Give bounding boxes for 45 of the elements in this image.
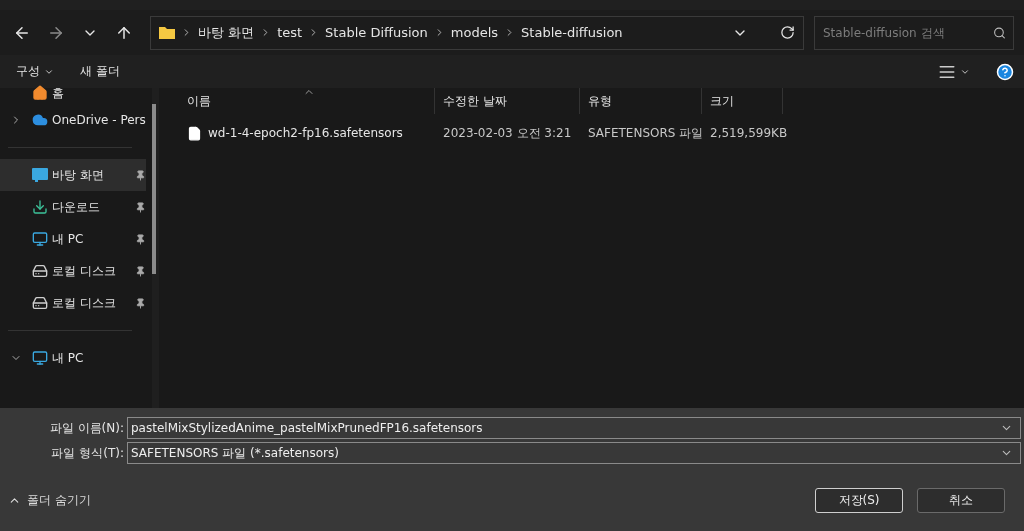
sidebar-item[interactable]: OneDrive - Pers: [0, 104, 146, 136]
breadcrumb[interactable]: test: [277, 25, 303, 40]
column-header[interactable]: 수정한 날짜: [435, 88, 580, 114]
monitor-icon: [32, 231, 48, 247]
search-field[interactable]: Stable-diffusion 검색: [814, 15, 1014, 50]
sidebar-item[interactable]: 내 PC: [0, 223, 146, 255]
breadcrumb[interactable]: models: [450, 25, 499, 40]
column-header[interactable]: 이름: [179, 88, 435, 114]
home-icon: [32, 85, 48, 101]
new-folder-button[interactable]: 새 폴더: [80, 63, 120, 80]
desktop-icon: [32, 168, 48, 182]
help-icon[interactable]: [996, 62, 1014, 81]
modified-date: 2023-02-03 오전 3:21: [442, 124, 573, 142]
drive-icon: [32, 263, 48, 279]
sidebar-item[interactable]: 내 PC: [0, 342, 146, 374]
file-name-field[interactable]: pastelMixStylizedAnime_pastelMixPrunedFP16.safetensors: [127, 417, 1021, 439]
file-type-label: 파일 형식(T):: [50, 444, 124, 462]
sidebar-item[interactable]: 로컬 디스크: [0, 255, 146, 287]
column-header[interactable]: 크기: [702, 88, 783, 114]
search-icon: [993, 26, 1006, 39]
breadcrumb[interactable]: 바탕 화면: [198, 23, 255, 42]
file-icon: [187, 125, 202, 141]
breadcrumb[interactable]: Stable Diffusion: [325, 25, 428, 40]
cloud-icon: [32, 112, 48, 128]
cancel-button[interactable]: 취소: [917, 487, 1005, 513]
organize-button[interactable]: 구성: [16, 63, 54, 80]
folder-icon: [159, 26, 175, 39]
sidebar-item[interactable]: 홈: [0, 82, 146, 104]
save-button[interactable]: 저장(S): [815, 487, 903, 513]
column-header[interactable]: 유형: [580, 88, 702, 114]
hide-folders-button[interactable]: 폴더 숨기기: [8, 491, 91, 509]
monitor-icon: [32, 350, 48, 366]
file-name-label: 파일 이름(N):: [48, 419, 124, 437]
refresh-icon[interactable]: [780, 25, 795, 40]
drive-icon: [32, 295, 48, 311]
file-row[interactable]: wd-1-4-epoch2-fp16.safetensors 2023-02-03 오전 3:21 SAFETENSORS 파일 2,519,599KB: [179, 118, 1024, 148]
file-name: wd-1-4-epoch2-fp16.safetensors: [208, 126, 403, 140]
file-type: SAFETENSORS 파일: [587, 124, 702, 142]
address-bar[interactable]: 바탕 화면 test Stable Diffusion models Stable-diffusion: [150, 15, 804, 50]
breadcrumb[interactable]: Stable-diffusion: [521, 25, 623, 40]
sidebar-item[interactable]: 바탕 화면: [0, 159, 146, 191]
download-icon: [32, 199, 48, 215]
sidebar-item[interactable]: 로컬 디스크: [0, 287, 146, 319]
file-type-dropdown[interactable]: SAFETENSORS 파일 (*.safetensors): [127, 442, 1021, 464]
sidebar-item[interactable]: 다운로드: [0, 191, 146, 223]
